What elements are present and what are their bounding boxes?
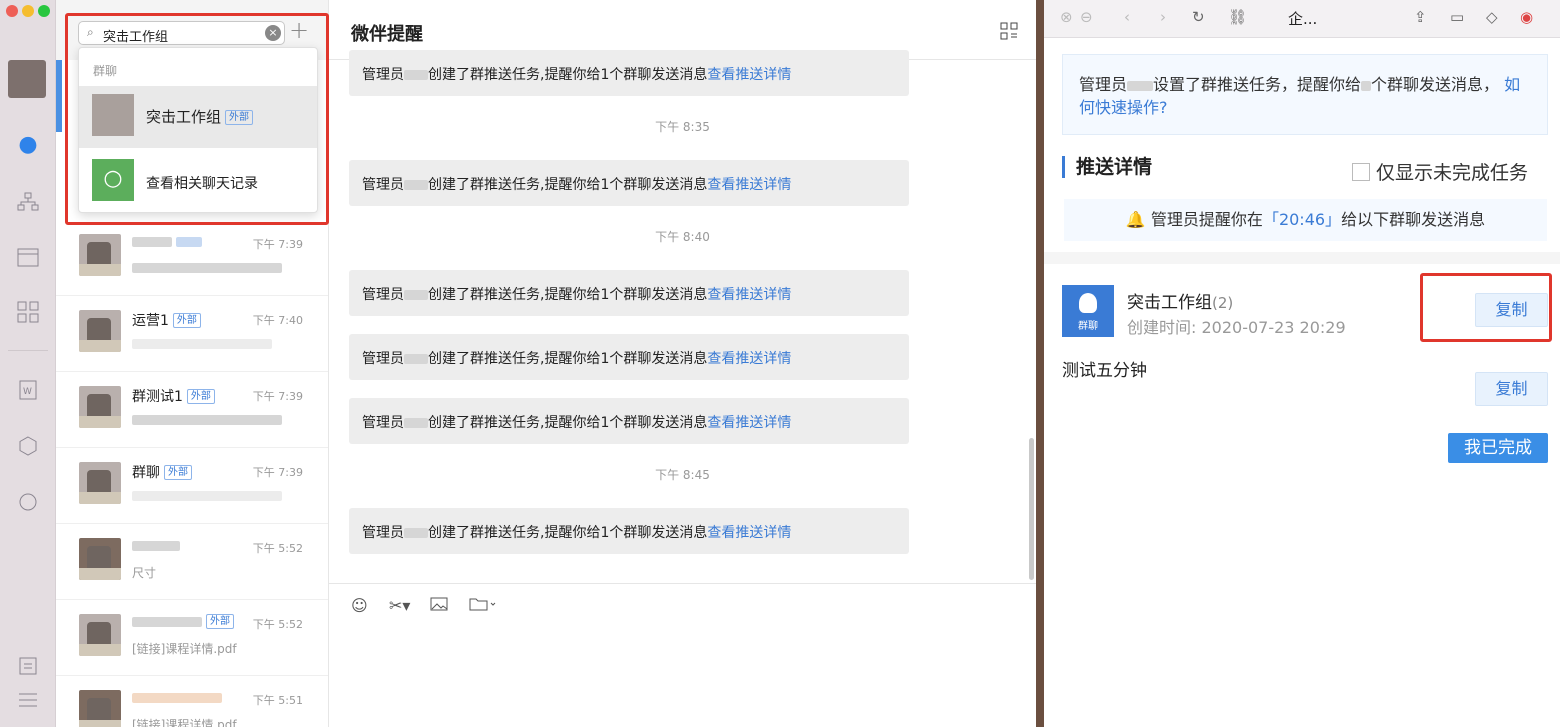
folder-icon[interactable] [469,596,497,615]
close-window-button[interactable] [6,5,18,17]
message-content: 测试五分钟 [1062,361,1147,381]
document-icon[interactable]: W [16,378,40,402]
refresh-icon[interactable]: ↻ [1192,8,1205,26]
message-bubble: 管理员 创建了群推送任务,提醒你给1个群聊发送消息查看推送详情 [349,508,909,554]
item-time: 下午 5:52 [252,542,303,555]
done-button[interactable]: 我已完成 [1448,433,1548,463]
item-time: 下午 5:52 [252,618,303,631]
minimize-icon[interactable]: ⊖ [1080,8,1093,26]
item-name: 群聊 [132,465,160,481]
list-item[interactable]: 下午 7:39 [56,220,328,296]
link-icon[interactable]: ⛓ [1228,8,1247,26]
chrome-icon[interactable]: ◉ [1520,8,1533,26]
contacts-icon[interactable] [16,190,40,214]
timestamp: 下午 8:45 [655,468,710,482]
bell-icon: 🔔 [1125,210,1146,229]
highlight-box [65,13,329,225]
info-notice: 管理员 设置了群推送任务，提醒你给 个群聊发送消息， 如何快速操作? [1062,54,1548,135]
section-title: 推送详情 [1062,156,1152,178]
avatar [79,690,121,727]
emoji-icon[interactable]: ☺ [351,596,368,615]
remind-banner: 🔔 管理员提醒你在「20:46」给以下群聊发送消息 [1064,199,1547,241]
timestamp: 下午 8:35 [655,120,710,134]
item-preview: 尺寸 [132,566,157,580]
remind-time: 「20:46」 [1262,210,1342,229]
message-bubble: 管理员 创建了群推送任务,提醒你给1个群聊发送消息查看推送详情 [349,270,909,316]
chat-icon[interactable]: ● [16,132,40,157]
external-tag: 外部 [164,465,192,480]
item-name: 运营1 [132,313,169,329]
created-time: 创建时间: 2020-07-23 20:29 [1127,318,1346,337]
show-incomplete-checkbox[interactable]: 仅显示未完成任务 [1352,158,1528,185]
item-name: 群测试1 [132,389,183,405]
minimize-window-button[interactable] [22,5,34,17]
app-sidebar: ● W [0,0,56,727]
external-tag: 外部 [186,389,215,404]
item-time: 下午 5:51 [252,694,303,707]
list-item[interactable]: 下午 5:52 尺寸 [56,524,328,600]
avatar [79,310,121,352]
avatar [79,538,121,580]
list-item[interactable]: 群聊 外部 下午 7:39 [56,448,328,524]
box-icon[interactable]: ◇ [1486,8,1498,26]
scrollbar[interactable] [1029,438,1034,580]
message-bubble: 管理员 创建了群推送任务,提醒你给1个群聊发送消息查看推送详情 [349,398,909,444]
list-item[interactable]: 外部 下午 5:52 [链接]课程详情.pdf [56,600,328,676]
list-item[interactable]: 运营1 外部 下午 7:40 [56,296,328,372]
highlight-box [1420,273,1552,342]
group-name: 突击工作组(2) [1127,293,1234,313]
item-time: 下午 7:39 [252,466,303,479]
view-details-link[interactable]: 查看推送详情 [707,67,791,83]
view-details-link[interactable]: 查看推送详情 [707,351,791,367]
settings-toggle-icon[interactable] [16,654,40,678]
group-chat-icon: 群聊 [1062,285,1114,337]
item-time: 下午 7:39 [252,238,303,251]
external-tag: 外部 [172,313,201,328]
view-details-link[interactable]: 查看推送详情 [707,525,791,541]
item-preview: [链接]课程详情.pdf [132,718,237,727]
calendar-icon[interactable] [16,245,40,269]
item-preview: [链接]课程详情.pdf [132,642,237,656]
back-icon[interactable]: ‹ [1124,8,1130,26]
cube-icon[interactable] [16,434,40,458]
menu-icon[interactable] [16,688,40,712]
close-icon[interactable]: ⊗ [1060,8,1073,26]
view-details-link[interactable]: 查看推送详情 [707,415,791,431]
timestamp: 下午 8:40 [655,230,710,244]
group-member-count: (2) [1212,294,1234,312]
external-tag: 外部 [206,614,234,629]
message-bubble: 管理员 创建了群推送任务,提醒你给1个群聊发送消息查看推送详情 [349,334,909,380]
share-icon[interactable]: ⇪ [1414,8,1427,26]
screenshot-icon[interactable]: ✂▾ [389,596,410,615]
avatar [79,462,121,504]
view-details-link[interactable]: 查看推送详情 [707,287,791,303]
image-icon[interactable] [430,596,448,615]
chat-title: 微伴提醒 [351,24,423,45]
message-composer[interactable]: ☺ ✂▾ [329,583,1036,727]
avatar[interactable] [8,60,46,98]
message-icon[interactable]: ▭ [1450,8,1464,26]
grid-icon[interactable] [1000,22,1018,40]
page-title: 企... [1288,10,1318,28]
zoom-window-button[interactable] [38,5,50,17]
item-time: 下午 7:39 [252,390,303,403]
copy-content-button[interactable]: 复制 [1475,372,1548,406]
avatar [79,614,121,656]
svg-text:W: W [23,387,32,397]
view-details-link[interactable]: 查看推送详情 [707,177,791,193]
meeting-icon[interactable] [16,490,40,514]
item-time: 下午 7:40 [252,314,303,327]
avatar [79,386,121,428]
message-bubble: 管理员 创建了群推送任务,提醒你给1个群聊发送消息查看推送详情 [349,50,909,96]
push-details-panel: ⊗ ⊖ ‹ › ↻ ⛓ 企... ⇪ ▭ ◇ ◉ 管理员 设置了群推送任务，提醒你… [1044,0,1560,727]
list-item[interactable]: 下午 5:51 [链接]课程详情.pdf [56,676,328,727]
message-bubble: 管理员 创建了群推送任务,提醒你给1个群聊发送消息查看推送详情 [349,160,909,206]
list-item[interactable]: 群测试1 外部 下午 7:39 [56,372,328,448]
avatar [79,234,121,276]
browser-toolbar: ⊗ ⊖ ‹ › ↻ ⛓ 企... ⇪ ▭ ◇ ◉ [1044,0,1560,38]
workbench-icon[interactable] [16,300,40,324]
forward-icon[interactable]: › [1160,8,1166,26]
chat-pane: 微伴提醒 管理员 创建了群推送任务,提醒你给1个群聊发送消息查看推送详情 下午 8… [329,0,1036,727]
